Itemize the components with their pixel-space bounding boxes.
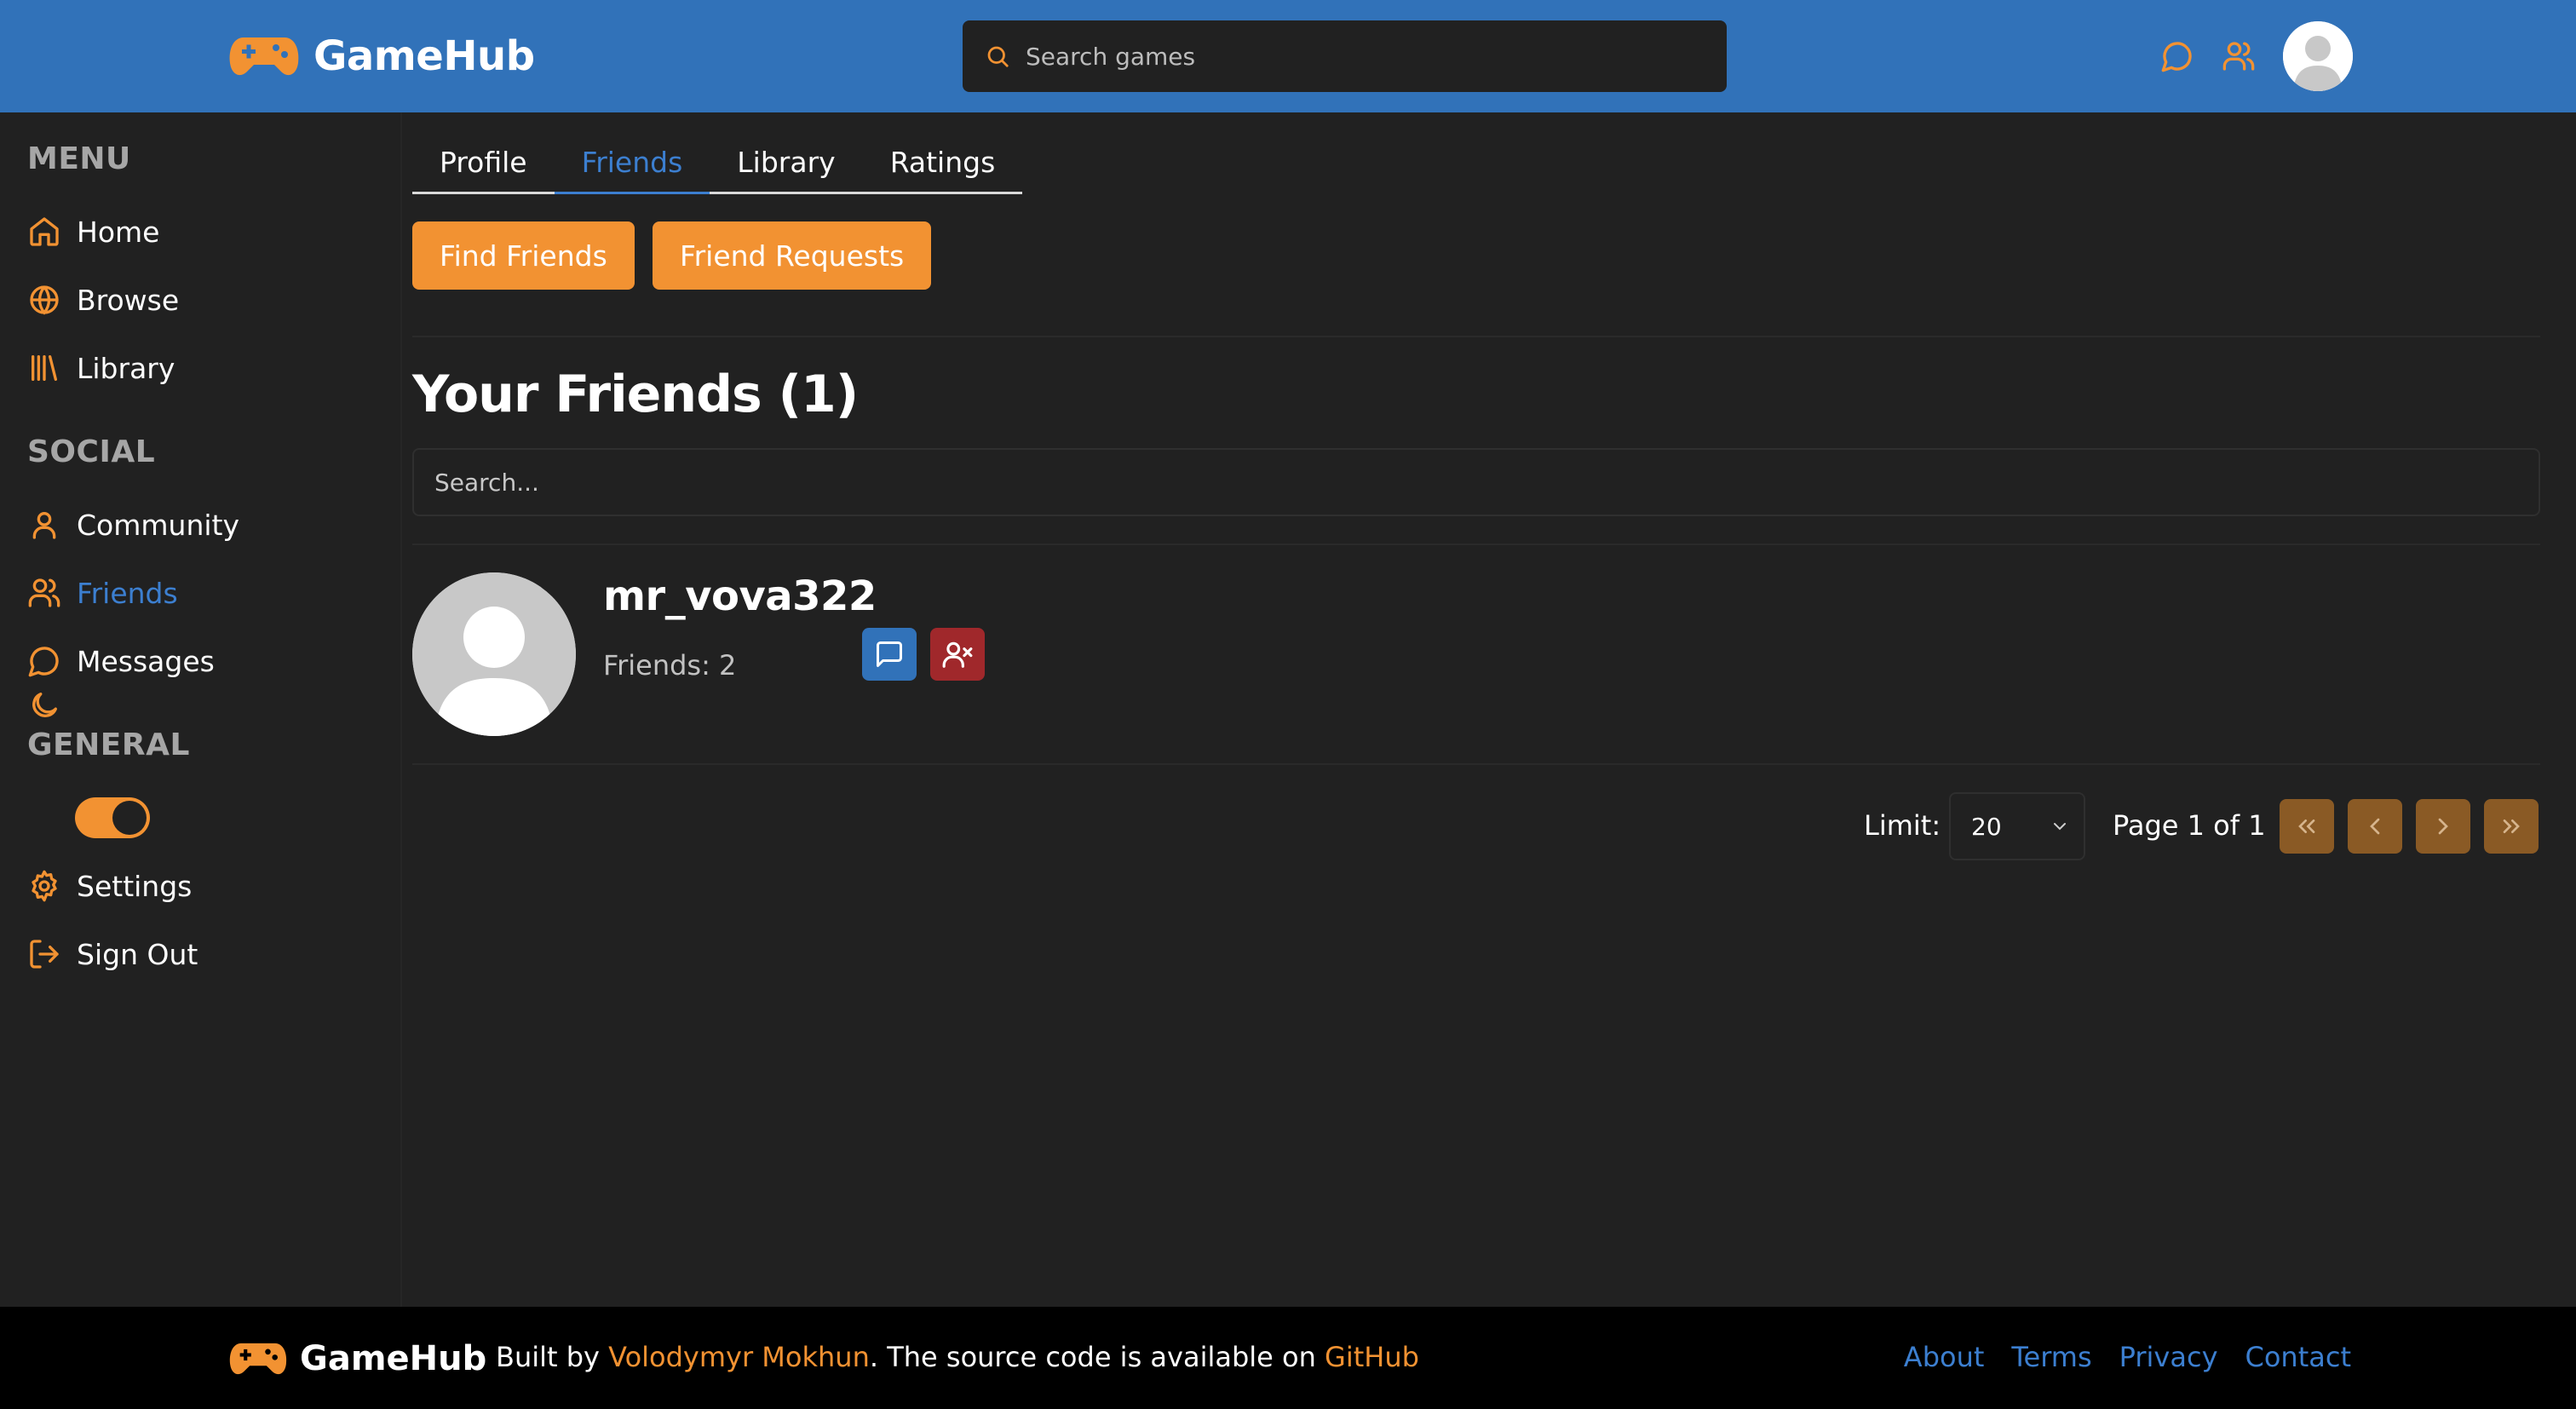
library-icon	[32, 355, 58, 381]
profile-tabs: Profile Friends Library Ratings	[412, 133, 1023, 194]
footer-links: About Terms Privacy Contact	[1904, 1341, 2351, 1373]
users-icon	[28, 578, 60, 607]
sidebar-item-browse[interactable]: Browse	[27, 276, 179, 324]
sidebar-item-label: Friends	[77, 576, 178, 610]
chevron-down-icon	[2053, 823, 2066, 831]
game-search-input[interactable]	[1026, 42, 1690, 71]
user-remove-icon	[942, 641, 973, 668]
friend-search-input[interactable]	[412, 448, 2540, 516]
chevrons-right-icon	[2503, 820, 2520, 833]
divider	[412, 763, 2540, 765]
sidebar-item-library[interactable]: Library	[27, 344, 175, 392]
avatar-silhouette-icon	[412, 572, 576, 736]
home-icon	[30, 217, 59, 246]
tab-ratings[interactable]: Ratings	[862, 133, 1023, 194]
sign-out-icon	[30, 940, 59, 969]
tab-profile[interactable]: Profile	[412, 133, 555, 194]
sidebar-item-sign-out[interactable]: Sign Out	[27, 930, 198, 978]
github-link[interactable]: GitHub	[1325, 1341, 1419, 1373]
limit-label: Limit:	[1864, 809, 1941, 842]
friend-friends-count: Friends: 2	[603, 649, 737, 681]
tab-library[interactable]: Library	[710, 133, 863, 194]
avatar-silhouette-icon	[2283, 21, 2353, 91]
user-avatar[interactable]	[2283, 21, 2353, 91]
remove-friend-button[interactable]	[930, 628, 985, 681]
chevrons-left-icon	[2298, 820, 2315, 833]
gamepad-icon	[229, 1343, 287, 1375]
divider	[412, 543, 2540, 545]
top-header: GameHub	[0, 0, 2576, 112]
friends-heading: Your Friends (1)	[412, 365, 859, 424]
footer-link-terms[interactable]: Terms	[2011, 1341, 2091, 1373]
brand-logo[interactable]: GameHub	[228, 31, 535, 82]
sidebar-item-label: Settings	[77, 869, 193, 903]
tab-friends[interactable]: Friends	[554, 133, 710, 194]
sidebar-item-label: Library	[77, 351, 175, 385]
footer-brand-name: GameHub	[300, 1339, 487, 1378]
sidebar-section-menu: MENU	[27, 141, 131, 176]
page-indicator: Page 1 of 1	[2113, 809, 2266, 842]
messages-icon[interactable]	[2160, 39, 2194, 73]
brand-name: GameHub	[313, 32, 535, 80]
sidebar-item-label: Sign Out	[77, 937, 198, 971]
find-friends-button[interactable]: Find Friends	[412, 221, 635, 290]
sidebar-item-label: Messages	[77, 644, 215, 678]
dark-mode-toggle[interactable]	[75, 797, 150, 838]
last-page-button[interactable]	[2484, 799, 2539, 854]
gamepad-icon	[229, 37, 299, 76]
next-page-button[interactable]	[2416, 799, 2470, 854]
footer-link-contact[interactable]: Contact	[2245, 1341, 2352, 1373]
chevron-right-icon	[2438, 818, 2448, 835]
author-link[interactable]: Volodymyr Mokhun	[608, 1341, 870, 1373]
friends-icon[interactable]	[2222, 39, 2256, 73]
sidebar-item-settings[interactable]: Settings	[27, 862, 192, 910]
moon-icon	[32, 693, 58, 717]
sidebar-section-general: GENERAL	[27, 728, 190, 762]
footer: GameHub Built by Volodymyr Mokhun. The s…	[0, 1307, 2576, 1409]
sidebar-item-messages[interactable]: Messages	[27, 637, 215, 685]
user-icon	[32, 512, 56, 539]
divider	[412, 336, 2540, 337]
friend-requests-button[interactable]: Friend Requests	[653, 221, 932, 290]
search-icon	[987, 46, 1009, 67]
message-friend-button[interactable]	[862, 628, 917, 681]
sidebar-item-friends[interactable]: Friends	[27, 569, 178, 617]
credits-source-text: . The source code is available on	[869, 1341, 1325, 1373]
sidebar-item-label: Browse	[77, 283, 180, 317]
game-search[interactable]	[963, 20, 1727, 92]
sidebar-section-social: SOCIAL	[27, 434, 156, 469]
message-square-icon	[877, 641, 902, 667]
footer-credits: Built by Volodymyr Mokhun. The source co…	[496, 1341, 1419, 1373]
sidebar-item-home[interactable]: Home	[27, 208, 159, 256]
limit-select[interactable]: 20	[1949, 792, 2085, 860]
footer-link-privacy[interactable]: Privacy	[2119, 1341, 2218, 1373]
globe-icon	[30, 285, 59, 315]
previous-page-button[interactable]	[2348, 799, 2402, 854]
first-page-button[interactable]	[2280, 799, 2334, 854]
footer-link-about[interactable]: About	[1904, 1341, 1985, 1373]
limit-value: 20	[1971, 812, 2002, 841]
sidebar-item-community[interactable]: Community	[27, 501, 239, 549]
sidebar-item-label: Home	[77, 215, 160, 249]
friend-avatar[interactable]	[412, 572, 576, 736]
gear-icon	[32, 870, 57, 902]
credits-prefix: Built by	[496, 1341, 609, 1373]
footer-brand[interactable]: GameHub	[228, 1337, 486, 1380]
chevron-left-icon	[2370, 818, 2380, 835]
toggle-knob	[112, 801, 147, 835]
friend-username[interactable]: mr_vova322	[603, 572, 877, 620]
message-icon	[28, 647, 59, 677]
sidebar-item-label: Community	[77, 508, 239, 542]
